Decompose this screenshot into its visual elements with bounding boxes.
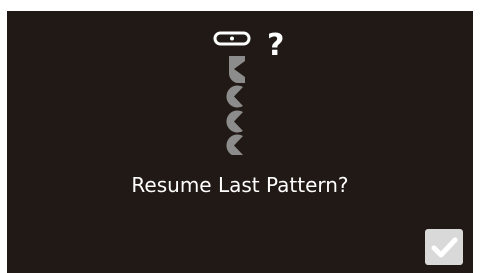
checkmark-icon [431,237,458,258]
resume-prompt-text: Resume Last Pattern? [131,173,349,197]
question-mark-icon: ? [267,28,285,63]
dialog-screen: ? Resume Last Pattern? [7,11,473,273]
resume-pattern-illustration: ? [209,25,289,155]
confirm-button[interactable] [425,229,463,265]
